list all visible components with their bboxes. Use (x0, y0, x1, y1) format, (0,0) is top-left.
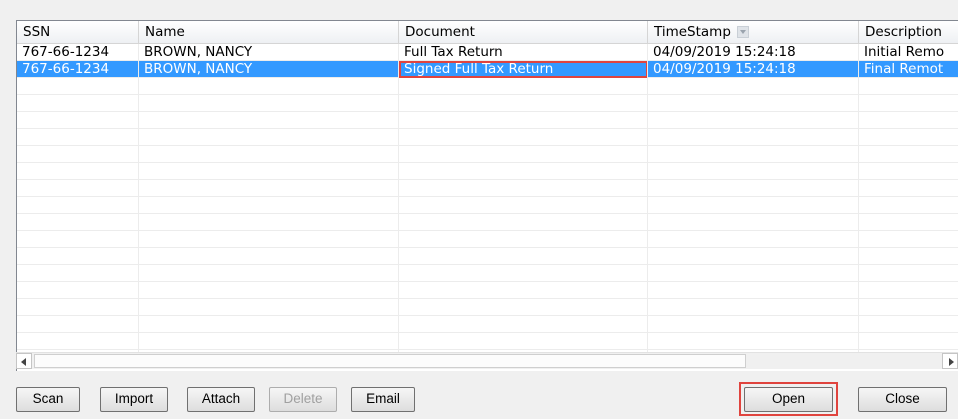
column-header-timestamp[interactable]: TimeStamp (648, 21, 859, 44)
cell-description: Final Remot (859, 61, 958, 78)
open-button[interactable]: Open (744, 387, 833, 412)
empty-row (17, 163, 958, 180)
column-divider (647, 44, 648, 353)
empty-row (17, 231, 958, 248)
column-header-ssn[interactable]: SSN (17, 21, 139, 44)
attach-button[interactable]: Attach (187, 387, 255, 412)
empty-row (17, 112, 958, 129)
column-header-document[interactable]: Document (399, 21, 648, 44)
cell-ssn: 767-66-1234 (17, 61, 139, 78)
sort-indicator-icon (736, 26, 749, 38)
scan-button[interactable]: Scan (16, 387, 80, 412)
scroll-right-icon[interactable] (942, 353, 958, 369)
email-button[interactable]: Email (351, 387, 415, 412)
scrollbar-thumb[interactable] (34, 354, 746, 368)
column-divider (398, 44, 399, 353)
column-divider (858, 44, 859, 353)
close-button[interactable]: Close (858, 387, 947, 412)
empty-row (17, 333, 958, 350)
cell-document: Full Tax Return (399, 44, 648, 61)
cell-name: BROWN, NANCY (139, 61, 399, 78)
empty-row (17, 146, 958, 163)
empty-row (17, 78, 958, 95)
cell-timestamp: 04/09/2019 15:24:18 (648, 44, 859, 61)
delete-button: Delete (269, 387, 337, 412)
empty-row (17, 299, 958, 316)
cell-name: BROWN, NANCY (139, 44, 399, 61)
table-row-selected[interactable]: 767-66-1234 BROWN, NANCY Signed Full Tax… (17, 61, 958, 78)
column-divider (138, 44, 139, 353)
cell-description: Initial Remo (859, 44, 958, 61)
table-row[interactable]: 767-66-1234 BROWN, NANCY Full Tax Return… (17, 44, 958, 61)
empty-row (17, 265, 958, 282)
empty-row (17, 129, 958, 146)
scroll-left-icon[interactable] (16, 353, 32, 369)
column-header-row: SSN Name Document TimeStamp Description (17, 21, 958, 45)
import-button[interactable]: Import (100, 387, 168, 412)
document-manager-window: SSN Name Document TimeStamp Description … (0, 0, 958, 419)
horizontal-scrollbar[interactable] (16, 352, 958, 369)
cell-document-highlighted[interactable]: Signed Full Tax Return (399, 61, 648, 78)
empty-row (17, 282, 958, 299)
column-header-name[interactable]: Name (139, 21, 399, 44)
empty-row (17, 316, 958, 333)
empty-row (17, 197, 958, 214)
column-header-description[interactable]: Description (859, 21, 958, 44)
empty-row (17, 180, 958, 197)
cell-ssn: 767-66-1234 (17, 44, 139, 61)
documents-grid[interactable]: SSN Name Document TimeStamp Description … (16, 20, 958, 371)
empty-row (17, 248, 958, 265)
cell-timestamp: 04/09/2019 15:24:18 (648, 61, 859, 78)
empty-row (17, 214, 958, 231)
empty-row (17, 95, 958, 112)
